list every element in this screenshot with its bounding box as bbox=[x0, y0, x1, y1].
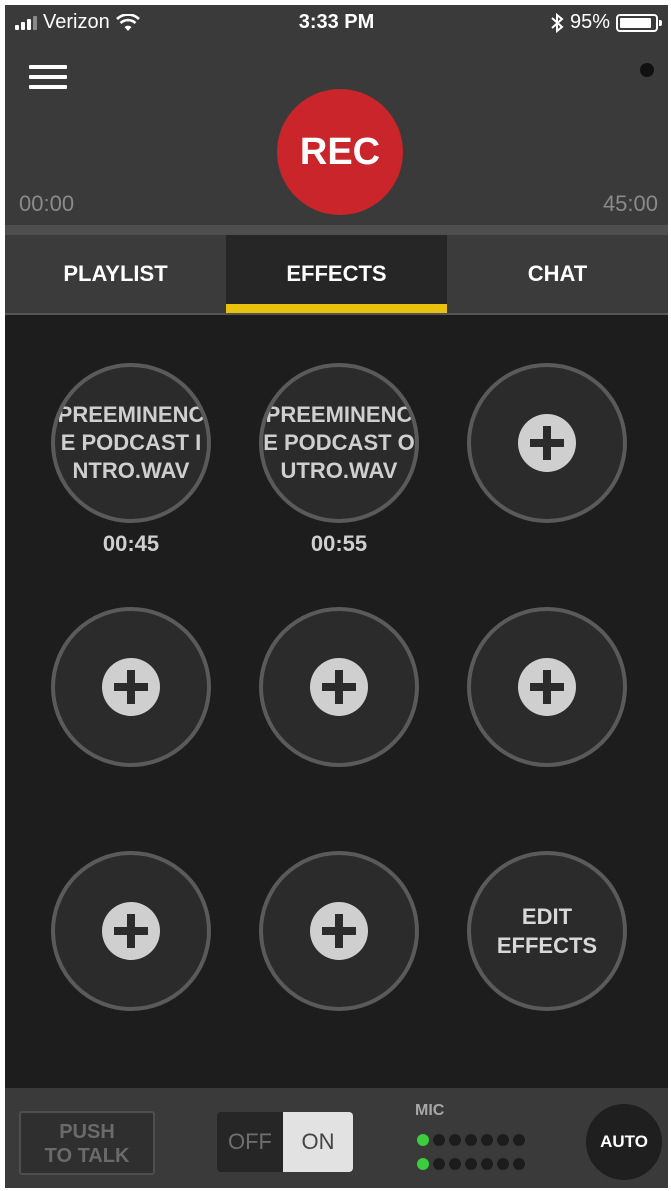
bluetooth-icon bbox=[551, 12, 564, 33]
plus-icon bbox=[102, 902, 160, 960]
bottom-controls: PUSH TO TALK OFF ON MIC AUTO bbox=[5, 1088, 668, 1188]
ptt-line1: PUSH bbox=[59, 1121, 115, 1143]
record-button[interactable]: REC bbox=[277, 89, 403, 215]
mic-meter-left bbox=[417, 1134, 525, 1146]
plus-icon bbox=[102, 658, 160, 716]
effect-name: PREEMINENCE PODCAST OUTRO.WAV bbox=[263, 402, 415, 483]
add-effect-button[interactable] bbox=[467, 363, 627, 523]
app-screen: Verizon 3:33 PM 95% REC 00:00 45:00 PLAY… bbox=[5, 5, 668, 1188]
tab-chat[interactable]: CHAT bbox=[447, 235, 668, 313]
add-effect-button[interactable] bbox=[51, 851, 211, 1011]
add-effect-button[interactable] bbox=[51, 607, 211, 767]
edit-label-line2: EFFECTS bbox=[496, 933, 598, 958]
time-limit: 45:00 bbox=[602, 191, 658, 216]
plus-icon bbox=[310, 902, 368, 960]
auto-button[interactable]: AUTO bbox=[586, 1104, 662, 1180]
edit-effects-button[interactable]: EDIT EFFECTS bbox=[467, 851, 627, 1011]
ptt-line2: TO TALK bbox=[44, 1145, 130, 1167]
hamburger-menu-icon[interactable] bbox=[29, 65, 69, 95]
recording-header: REC 00:00 45:00 bbox=[5, 43, 668, 223]
add-effect-button[interactable] bbox=[259, 851, 419, 1011]
effects-grid: PREEMINENCE PODCAST INTRO.WAV 00:45 PREE… bbox=[5, 313, 668, 1095]
plus-icon bbox=[518, 658, 576, 716]
status-dot-icon bbox=[640, 63, 654, 77]
tab-bar: PLAYLIST EFFECTS CHAT bbox=[5, 235, 668, 313]
status-right: 95% bbox=[550, 11, 662, 34]
plus-icon bbox=[518, 414, 576, 472]
tabs-divider bbox=[5, 225, 668, 235]
mic-label: MIC bbox=[415, 1102, 445, 1119]
tab-playlist[interactable]: PLAYLIST bbox=[5, 235, 226, 313]
edit-effects-label: EDIT EFFECTS bbox=[497, 902, 597, 960]
effect-slot-outro[interactable]: PREEMINENCE PODCAST OUTRO.WAV bbox=[259, 363, 419, 523]
battery-icon bbox=[616, 13, 662, 32]
edit-label-line1: EDIT bbox=[521, 904, 573, 929]
effect-duration: 00:55 bbox=[310, 531, 368, 556]
battery-fill bbox=[620, 17, 652, 28]
toggle-on-option[interactable]: ON bbox=[283, 1112, 353, 1172]
plus-icon bbox=[310, 658, 368, 716]
status-bar: Verizon 3:33 PM 95% bbox=[5, 5, 668, 43]
tab-effects[interactable]: EFFECTS bbox=[226, 235, 447, 313]
effect-duration: 00:45 bbox=[102, 531, 160, 556]
battery-percent: 95% bbox=[569, 11, 610, 33]
elapsed-time: 00:00 bbox=[19, 191, 75, 216]
add-effect-button[interactable] bbox=[467, 607, 627, 767]
mic-toggle[interactable]: OFF ON bbox=[217, 1112, 353, 1172]
mic-meter-right bbox=[417, 1158, 525, 1170]
effect-name: PREEMINENCE PODCAST INTRO.WAV bbox=[57, 402, 205, 483]
push-to-talk-button[interactable]: PUSH TO TALK bbox=[19, 1111, 155, 1175]
effect-slot-intro[interactable]: PREEMINENCE PODCAST INTRO.WAV bbox=[51, 363, 211, 523]
add-effect-button[interactable] bbox=[259, 607, 419, 767]
toggle-off-option[interactable]: OFF bbox=[217, 1112, 283, 1172]
